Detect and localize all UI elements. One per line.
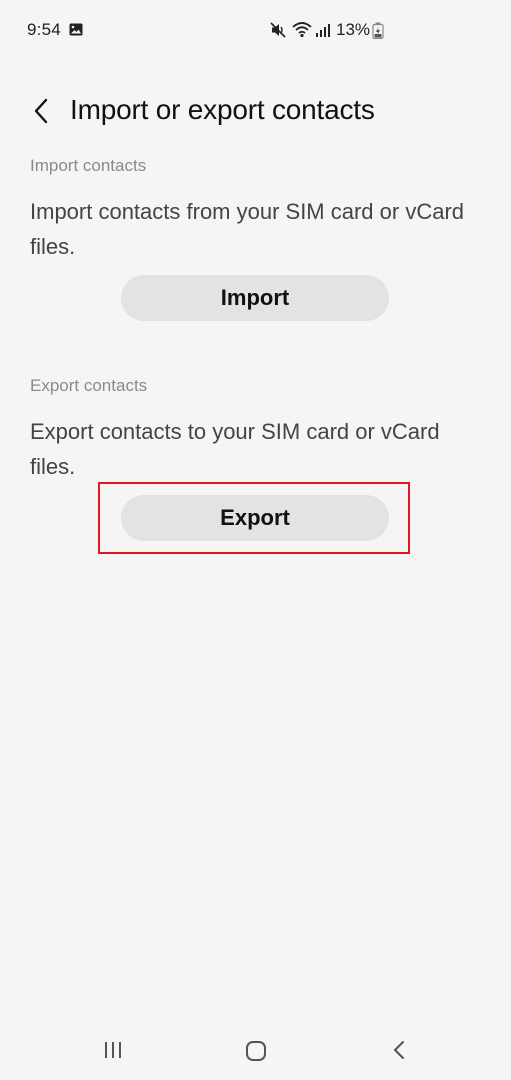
status-bar: 9:54 13%	[0, 0, 511, 60]
recents-icon[interactable]	[103, 1041, 123, 1059]
back-icon[interactable]	[392, 1040, 406, 1060]
battery-icon	[372, 22, 384, 39]
battery-percentage: 13%	[336, 20, 371, 39]
page-title: Import or export contacts	[70, 94, 375, 125]
export-button[interactable]: Export	[121, 495, 389, 541]
import-button[interactable]: Import	[121, 275, 389, 321]
status-time: 9:54	[27, 20, 61, 39]
mute-icon	[270, 22, 286, 38]
wifi-icon	[292, 22, 312, 38]
chevron-left-icon	[34, 98, 48, 124]
home-icon[interactable]	[245, 1040, 267, 1062]
gallery-icon	[69, 23, 83, 36]
export-section-label: Export contacts	[30, 376, 148, 395]
signal-icon	[316, 24, 330, 37]
import-section-description: Import contacts from your SIM card or vC…	[30, 199, 465, 259]
back-button[interactable]	[24, 92, 58, 130]
export-section-description: Export contacts to your SIM card or vCar…	[30, 419, 440, 479]
import-section-label: Import contacts	[30, 156, 147, 175]
